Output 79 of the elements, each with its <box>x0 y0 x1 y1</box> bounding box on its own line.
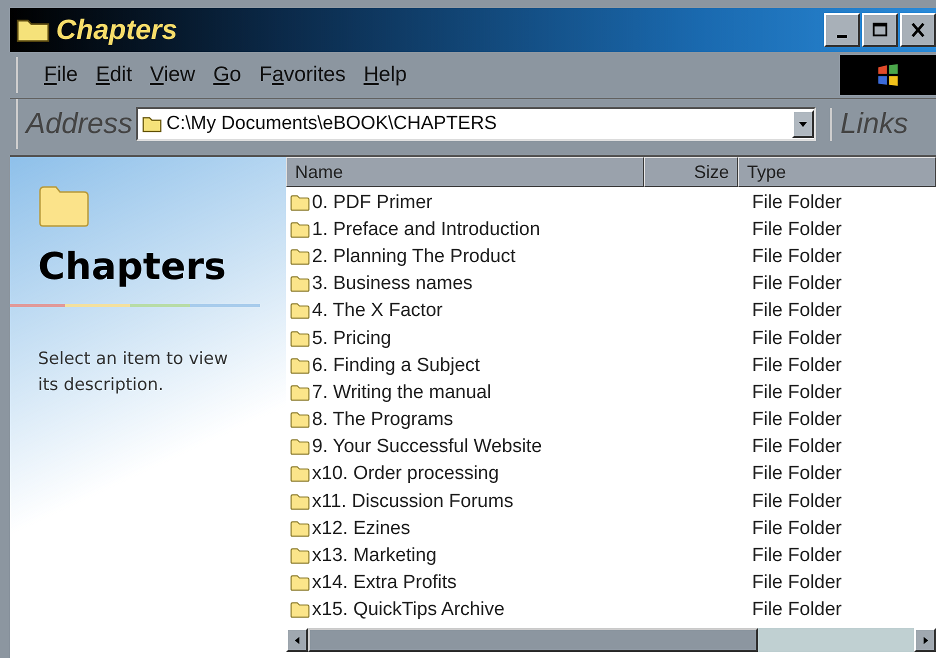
minimize-button[interactable] <box>824 13 860 47</box>
folder-icon <box>38 185 90 227</box>
minimize-icon <box>837 34 847 38</box>
type-cell-text: File Folder <box>751 300 842 322</box>
folder-icon <box>290 574 310 592</box>
folder-icon <box>290 465 310 484</box>
scroll-right-button[interactable] <box>914 628 936 652</box>
folder-icon <box>290 411 310 430</box>
close-icon <box>909 21 927 39</box>
type-cell-text: File Folder <box>751 436 842 458</box>
type-cell-text: File Folder <box>751 382 842 404</box>
type-cell-text: File Folder <box>751 545 842 568</box>
column-header[interactable]: Size <box>644 157 738 187</box>
type-cell-text: File Folder <box>751 218 842 241</box>
type-cell-text: File Folder <box>751 599 842 622</box>
folder-item[interactable]: 1. Preface and Introduction <box>286 218 742 241</box>
folder-item[interactable]: 2. Planning The Product <box>286 246 742 268</box>
sidebar-title: Chapters <box>38 245 226 288</box>
scroll-left-button[interactable] <box>286 628 308 652</box>
type-cell-text: File Folder <box>751 409 842 432</box>
type-cell-text: File Folder <box>751 463 842 486</box>
type-cell-text: File Folder <box>751 354 842 377</box>
menu-item[interactable]: Go <box>209 63 246 87</box>
type-cell-text: File Folder <box>751 328 842 350</box>
left-arrow-icon <box>292 636 302 644</box>
folder-item[interactable]: 6. Finding a Subject <box>286 354 742 377</box>
folder-item[interactable]: 4. The X Factor <box>286 300 742 322</box>
caret-icon <box>798 119 808 129</box>
folder-icon <box>290 601 310 620</box>
type-cell-text: File Folder <box>751 518 842 540</box>
maximize-icon <box>871 21 889 39</box>
folder-icon <box>290 194 310 212</box>
column-header[interactable]: Type <box>738 157 936 187</box>
folder-item[interactable]: x14. Extra Profits <box>286 572 742 594</box>
type-cell-text: File Folder <box>751 192 842 214</box>
menu-item[interactable]: Edit <box>92 63 136 87</box>
folder-item[interactable]: 7. Writing the manual <box>286 382 742 404</box>
folder-icon <box>290 302 310 320</box>
folder-icon <box>290 248 310 266</box>
close-button[interactable] <box>900 13 936 47</box>
folder-item[interactable]: 0. PDF Primer <box>286 192 742 214</box>
type-cell-text: File Folder <box>751 572 842 594</box>
folder-icon <box>290 438 310 456</box>
folder-item[interactable]: x13. Marketing <box>286 545 742 568</box>
type-cell-text: File Folder <box>751 246 842 268</box>
folder-item[interactable]: 8. The Programs <box>286 409 742 432</box>
address-field[interactable]: C:\My Documents\eBOOK\CHAPTERS <box>136 107 816 141</box>
folder-icon <box>16 17 50 43</box>
column-header[interactable]: Name <box>286 157 644 187</box>
folder-item[interactable]: x12. Ezines <box>286 518 742 540</box>
type-cell-text: File Folder <box>751 490 842 513</box>
folder-item[interactable]: x11. Discussion Forums <box>286 490 742 513</box>
folder-icon <box>142 115 162 133</box>
address-label: Address <box>26 108 132 140</box>
menu-item[interactable]: File <box>40 63 82 87</box>
folder-item[interactable]: 9. Your Successful Website <box>286 436 742 458</box>
folder-icon <box>290 492 310 511</box>
folder-icon <box>290 356 310 375</box>
folder-icon <box>290 547 310 566</box>
folder-item[interactable]: 5. Pricing <box>286 328 742 350</box>
maximize-button[interactable] <box>862 13 898 47</box>
window-title: Chapters <box>56 14 178 46</box>
folder-icon <box>290 330 310 348</box>
menu-item[interactable]: View <box>146 63 200 87</box>
menu-item[interactable]: Favorites <box>255 63 350 87</box>
folder-icon <box>290 520 310 538</box>
folder-icon <box>290 220 310 239</box>
folder-item[interactable]: x10. Order processing <box>286 463 742 486</box>
folder-item[interactable]: x15. QuickTips Archive <box>286 599 742 622</box>
menu-item[interactable]: Help <box>360 63 411 87</box>
type-cell-text: File Folder <box>751 273 842 296</box>
dropdown-button[interactable] <box>792 110 814 138</box>
sidebar-description: Select an item to view its description. <box>38 348 228 396</box>
horizontal-scrollbar[interactable] <box>286 628 936 652</box>
folder-icon <box>290 275 310 294</box>
scroll-thumb[interactable] <box>308 628 758 652</box>
folder-icon <box>290 384 310 402</box>
folder-item[interactable]: 3. Business names <box>286 273 742 296</box>
right-arrow-icon <box>920 636 930 644</box>
